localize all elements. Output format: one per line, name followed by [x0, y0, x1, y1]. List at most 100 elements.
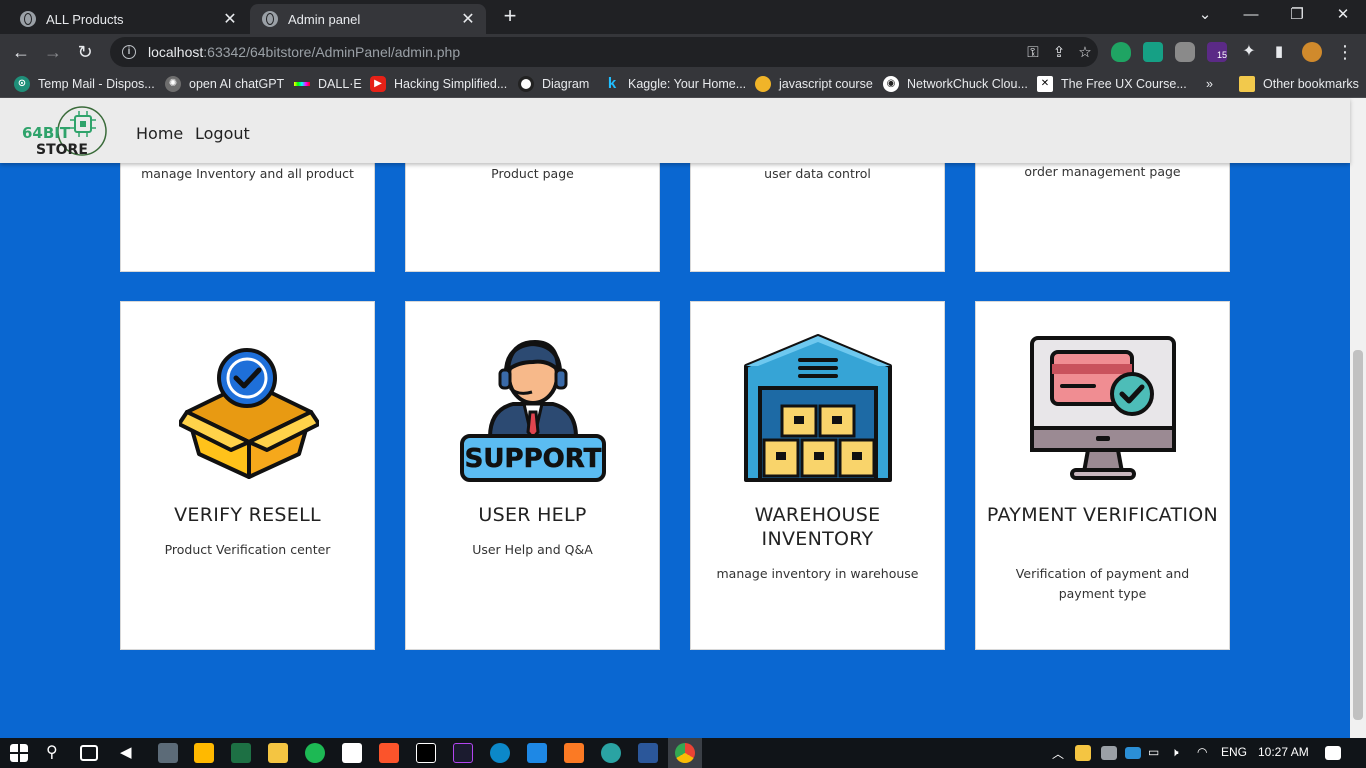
tab-title: Admin panel: [288, 11, 361, 27]
share-icon[interactable]: ⇪: [1046, 43, 1072, 61]
start-button-icon[interactable]: [10, 744, 28, 762]
more-bookmarks-icon[interactable]: »: [1206, 75, 1213, 93]
bookmark-javascript-course[interactable]: javascript course: [755, 75, 873, 93]
verified-box-icon: [179, 348, 319, 479]
page-scrollbar-thumb[interactable]: [1353, 350, 1363, 720]
mail-extension-icon[interactable]: [1143, 42, 1163, 62]
menu-icon[interactable]: ⋮: [1332, 39, 1358, 65]
bookmark-dalle[interactable]: DALL·E: [294, 75, 362, 93]
svg-text:64BIT: 64BIT: [22, 124, 71, 142]
card-description: order management page: [1024, 164, 1181, 179]
bookmark-ux-course[interactable]: ✕ The Free UX Course...: [1037, 75, 1187, 93]
card-description: user data control: [764, 166, 871, 181]
restore-button[interactable]: ❐: [1274, 0, 1320, 32]
tab-all-products[interactable]: ALL Products ✕: [8, 4, 248, 34]
tray-display-icon[interactable]: [1101, 746, 1117, 760]
close-tab-icon[interactable]: ✕: [460, 9, 476, 29]
language-indicator[interactable]: ENG: [1221, 745, 1247, 759]
excel-app-icon[interactable]: [231, 743, 251, 763]
notifications-icon[interactable]: [1325, 746, 1341, 760]
profile-avatar[interactable]: [1302, 42, 1322, 62]
nav-home-link[interactable]: Home: [136, 124, 183, 143]
card-verify-resell[interactable]: VERIFY RESELL Product Verification cente…: [120, 301, 375, 650]
bookmark-networkchuck[interactable]: ◉ NetworkChuck Clou...: [883, 75, 1028, 93]
shield-extension-icon[interactable]: [1111, 42, 1131, 62]
nav-logout-link[interactable]: Logout: [195, 124, 250, 143]
bookmark-temp-mail[interactable]: ⊙ Temp Mail - Dispos...: [14, 75, 155, 93]
brave-app-icon[interactable]: [379, 743, 399, 763]
site-info-icon[interactable]: i: [122, 45, 136, 59]
bookmark-chatgpt[interactable]: ✺ open AI chatGPT: [165, 75, 284, 93]
show-hidden-icons-icon[interactable]: ︿: [1052, 745, 1064, 762]
card-description: Verification of payment and payment type: [1015, 566, 1190, 601]
calculator-app-icon[interactable]: [194, 743, 214, 763]
windows-taskbar: ⚲ ◀ ︿ ▭ 🕨 ◠ ENG 10:27 AM: [0, 738, 1366, 768]
bookmark-other[interactable]: Other bookmarks: [1239, 75, 1359, 93]
globe-icon: [20, 11, 36, 27]
phpstorm-app-icon[interactable]: [453, 743, 473, 763]
card-warehouse-inventory[interactable]: WAREHOUSE INVENTORY manage inventory in …: [690, 301, 945, 650]
spotify-app-icon[interactable]: [305, 743, 325, 763]
vscode-app-icon[interactable]: [527, 743, 547, 763]
card-order-management[interactable]: order management page: [975, 150, 1230, 272]
reload-button[interactable]: ↻: [72, 39, 98, 65]
card-payment-verification[interactable]: PAYMENT VERIFICATION Verification of pay…: [975, 301, 1230, 650]
store-logo[interactable]: 64BIT STORE: [20, 106, 110, 160]
chrome-app-icon[interactable]: [675, 743, 695, 763]
extensions-puzzle-icon[interactable]: ✦: [1236, 39, 1262, 65]
card-user-data[interactable]: user data control: [690, 150, 945, 272]
audio-app-icon[interactable]: ◀: [120, 743, 132, 761]
volume-muted-icon[interactable]: 🕨: [1171, 745, 1179, 760]
search-icon[interactable]: ⚲: [46, 742, 58, 762]
bookmark-star-icon[interactable]: ☆: [1072, 43, 1098, 61]
card-manage-inventory[interactable]: manage Inventory and all product: [120, 150, 375, 272]
payment-monitor-icon: [1030, 336, 1176, 480]
battery-icon[interactable]: ▭: [1148, 745, 1159, 759]
card-description: User Help and Q&A: [472, 542, 593, 557]
tab-search-icon[interactable]: ⌄: [1182, 0, 1228, 32]
svg-text:SUPPORT: SUPPORT: [465, 444, 602, 474]
browser-tab-strip: ALL Products ✕ Admin panel ✕ + ⌄ — ❐ ✕: [0, 0, 1366, 34]
task-view-icon[interactable]: [80, 745, 98, 761]
warehouse-icon: [744, 334, 892, 482]
card-title: VERIFY RESELL: [174, 504, 321, 526]
browser-toolbar: ← → ↻ i localhost:63342/64bitstore/Admin…: [0, 34, 1366, 70]
address-bar[interactable]: i localhost:63342/64bitstore/AdminPanel/…: [110, 37, 1098, 67]
extension-icon[interactable]: [1175, 42, 1195, 62]
badge-extension-icon[interactable]: 15: [1207, 42, 1227, 62]
globe-icon: [262, 11, 278, 27]
card-description: manage inventory in warehouse: [716, 566, 919, 581]
clock[interactable]: 10:27 AM: [1258, 745, 1309, 759]
notion-app-icon[interactable]: [342, 743, 362, 763]
wifi-icon[interactable]: ◠: [1197, 745, 1207, 759]
new-tab-button[interactable]: +: [498, 5, 522, 29]
bookmark-kaggle[interactable]: k Kaggle: Your Home...: [604, 75, 746, 93]
xampp-app-icon[interactable]: [564, 743, 584, 763]
tab-admin-panel[interactable]: Admin panel ✕: [250, 4, 486, 34]
close-window-button[interactable]: ✕: [1320, 0, 1366, 32]
card-description: Product Verification center: [164, 542, 331, 557]
card-user-help[interactable]: SUPPORT USER HELP User Help and Q&A: [405, 301, 660, 650]
forward-button[interactable]: →: [40, 39, 66, 65]
card-description: manage Inventory and all product: [141, 166, 354, 181]
tray-cloud-icon[interactable]: [1125, 747, 1141, 759]
card-title: USER HELP: [478, 504, 587, 526]
edge-dev-app-icon[interactable]: [601, 743, 621, 763]
edge-app-icon[interactable]: [490, 743, 510, 763]
file-explorer-icon[interactable]: [268, 743, 288, 763]
card-title: WAREHOUSE INVENTORY: [754, 504, 881, 550]
card-product-page[interactable]: Product page: [405, 150, 660, 272]
tray-app-icon[interactable]: [1075, 745, 1091, 761]
side-panel-icon[interactable]: ▮: [1266, 39, 1292, 65]
close-tab-icon[interactable]: ✕: [222, 9, 238, 29]
url-text: localhost:63342/64bitstore/AdminPanel/ad…: [148, 44, 461, 60]
desktop-app-icon[interactable]: [158, 743, 178, 763]
key-icon[interactable]: ⚿: [1020, 44, 1046, 61]
bookmark-hacking-simplified[interactable]: ▶ Hacking Simplified...: [370, 75, 507, 93]
back-button[interactable]: ←: [8, 39, 34, 65]
intellij-app-icon[interactable]: [416, 743, 436, 763]
bookmark-diagram[interactable]: Diagram: [518, 75, 589, 93]
word-app-icon[interactable]: [638, 743, 658, 763]
svg-text:STORE: STORE: [36, 142, 88, 158]
minimize-button[interactable]: —: [1228, 0, 1274, 32]
